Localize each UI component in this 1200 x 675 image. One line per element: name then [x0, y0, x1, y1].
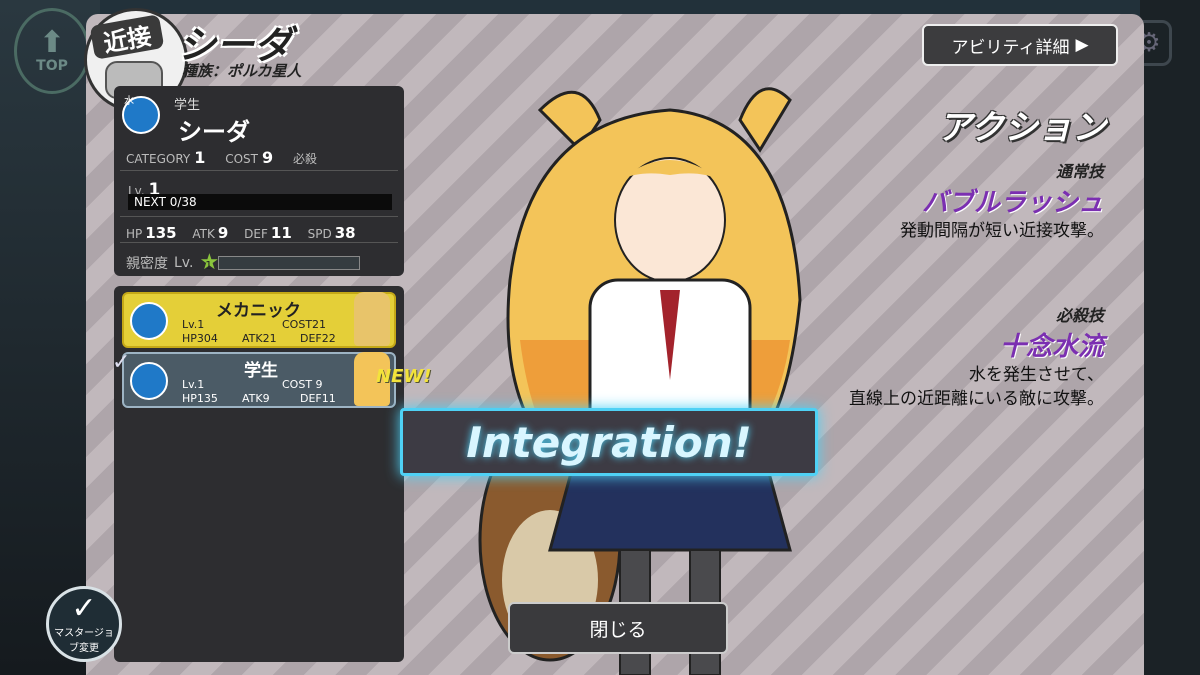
top-nav-button[interactable]: ⬆ TOP — [14, 8, 90, 94]
battle-stats-row: HP 135 ATK 9 DEF 11 SPD 38 — [126, 224, 368, 242]
job-def: DEF11 — [300, 392, 336, 405]
job-hp: HP304 — [182, 332, 218, 345]
cost-value: 9 — [261, 148, 274, 167]
right-ear — [738, 87, 792, 153]
atk-value: 9 — [217, 224, 229, 242]
integration-popup: Integration! — [400, 408, 818, 476]
new-tag: NEW! — [376, 366, 432, 387]
normal-attack-label: 通常技 — [1055, 162, 1104, 181]
special-attack-section: 必殺技 十念水流 水を発生させて、 直線上の近距離にいる敵に攻撃。 — [849, 302, 1104, 411]
stats-char-name: シーダ — [178, 118, 250, 146]
master-job-change-button[interactable]: ✓ マスタージョブ変更 — [46, 586, 122, 662]
character-race: 種族：ポルカ星人 — [182, 62, 302, 80]
job-cost: COST21 — [282, 318, 327, 331]
job-cost: COST 9 — [282, 378, 323, 391]
job-hp: HP135 — [182, 392, 218, 405]
job-atk: ATK21 — [242, 332, 277, 345]
master-job-label: マスタージョブ変更 — [54, 628, 114, 654]
shirt-icon — [130, 362, 168, 400]
special-attack-name: 十念水流 — [999, 332, 1104, 362]
ability-detail-button[interactable]: アビリティ詳細 ▶ — [922, 24, 1118, 66]
ability-detail-label: アビリティ詳細 — [951, 37, 1070, 58]
category-label: CATEGORY — [126, 152, 191, 166]
normal-attack-desc: 発動間隔が短い近接攻撃。 — [900, 221, 1104, 241]
up-arrow-icon: ⬆ — [39, 25, 65, 60]
normal-attack-name: バブルラッシュ — [921, 188, 1104, 218]
job-item-student[interactable]: 学生 Lv.1 COST 9 HP135 ATK9 DEF11 — [122, 352, 396, 408]
job-atk: ATK9 — [242, 392, 270, 405]
job-item-mechanic[interactable]: メカニック Lv.1 COST21 HP304 ATK21 DEF22 — [122, 292, 396, 348]
affinity-bar — [218, 255, 361, 270]
hp-label: HP — [126, 227, 143, 241]
job-name: 学生 — [244, 361, 278, 381]
special-attack-desc-2: 直線上の近距離にいる敵に攻撃。 — [849, 389, 1104, 409]
play-arrow-icon: ▶ — [1075, 35, 1089, 55]
integration-text: Integration! — [466, 417, 752, 467]
cost-label: COST — [225, 152, 258, 166]
close-button[interactable]: 閉じる — [508, 602, 728, 654]
atk-label: ATK — [192, 227, 215, 241]
affinity-star-value: 1 — [205, 259, 213, 272]
affinity-level-label: Lv. — [174, 254, 194, 271]
job-lv: Lv.1 — [182, 378, 205, 391]
job-list: メカニック Lv.1 COST21 HP304 ATK21 DEF22 学生 L… — [114, 286, 404, 662]
spd-value: 38 — [334, 224, 356, 242]
job-def: DEF22 — [300, 332, 336, 345]
job-avatar — [354, 292, 390, 346]
stats-card: 水 学生 シーダ CATEGORY 1 COST 9 必殺 Lv. 1 NEXT 0… — [114, 86, 404, 276]
divider — [120, 216, 398, 217]
element-tag: 水 — [124, 96, 134, 107]
hp-value: 135 — [145, 224, 177, 242]
affinity-row: 親密度 Lv. ★1 — [126, 250, 361, 275]
category-cost-row: CATEGORY 1 COST 9 必殺 — [126, 148, 317, 167]
top-label: TOP — [36, 58, 68, 74]
job-lv: Lv.1 — [182, 318, 205, 331]
class-name: 学生 — [174, 98, 201, 113]
spd-label: SPD — [307, 227, 332, 241]
wrench-icon — [130, 302, 168, 340]
special-attack-desc-1: 水を発生させて、 — [968, 365, 1104, 385]
character-illustration — [478, 87, 802, 675]
normal-attack-section: 通常技 バブルラッシュ 発動間隔が短い近接攻撃。 — [900, 158, 1104, 243]
star-icon: ★1 — [199, 250, 220, 275]
def-label: DEF — [244, 227, 268, 241]
left-bg — [0, 0, 100, 675]
affinity-label: 親密度 — [126, 255, 168, 272]
next-exp-bar: NEXT 0/38 — [128, 194, 392, 210]
right-bg — [1140, 0, 1200, 675]
category-value: 1 — [194, 148, 206, 167]
special-label: 必殺 — [292, 152, 317, 166]
divider — [120, 170, 398, 171]
def-value: 11 — [270, 224, 292, 242]
check-icon: ✓ — [71, 591, 97, 626]
face — [614, 157, 726, 283]
check-icon: ✓ — [112, 350, 131, 375]
special-attack-label: 必殺技 — [1055, 306, 1104, 325]
divider — [120, 242, 398, 243]
action-title: アクション — [937, 108, 1106, 148]
